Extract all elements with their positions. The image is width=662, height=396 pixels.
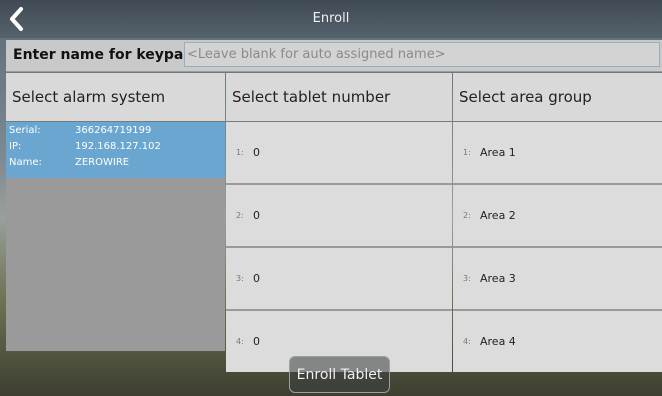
tablet-number-heading: Select tablet number <box>226 73 452 122</box>
area-label: Area 4 <box>480 335 516 348</box>
tablet-index: 4: <box>236 337 244 346</box>
area-label: Area 3 <box>480 272 516 285</box>
serial-label: Serial: <box>9 125 41 136</box>
tablet-value: 0 <box>253 272 260 285</box>
tablet-item[interactable]: 1: 0 <box>226 122 452 183</box>
area-item[interactable]: 3: Area 3 <box>453 248 662 309</box>
area-item[interactable]: 4: Area 4 <box>453 311 662 372</box>
name-value: ZEROWIRE <box>75 157 130 168</box>
keypad-name-row: Enter name for keypad: <box>6 40 662 72</box>
tablet-index: 1: <box>236 148 244 157</box>
name-label: Name: <box>9 157 42 168</box>
tablet-value: 0 <box>253 209 260 222</box>
ip-label: IP: <box>9 141 22 152</box>
tablet-item[interactable]: 2: 0 <box>226 185 452 246</box>
area-label: Area 2 <box>480 209 516 222</box>
area-item[interactable]: 1: Area 1 <box>453 122 662 183</box>
area-index: 3: <box>463 274 471 283</box>
title-bar: Enroll <box>0 0 662 38</box>
tablet-index: 3: <box>236 274 244 283</box>
area-group-heading: Select area group <box>453 73 662 122</box>
area-index: 1: <box>463 148 471 157</box>
area-group-column: Select area group 1: Area 1 2: Area 2 3:… <box>453 73 662 372</box>
keypad-name-input[interactable] <box>184 42 660 67</box>
alarm-system-item[interactable]: Serial: 366264719199 IP: 192.168.127.102… <box>6 122 225 178</box>
area-item[interactable]: 2: Area 2 <box>453 185 662 246</box>
tablet-value: 0 <box>253 335 260 348</box>
tablet-number-column: Select tablet number 1: 0 2: 0 3: 0 4: 0 <box>226 73 452 372</box>
area-index: 4: <box>463 337 471 346</box>
tablet-value: 0 <box>253 146 260 159</box>
page-title: Enroll <box>312 11 350 26</box>
serial-value: 366264719199 <box>75 125 152 136</box>
ip-value: 192.168.127.102 <box>75 141 161 152</box>
area-index: 2: <box>463 211 471 220</box>
enroll-tablet-button[interactable]: Enroll Tablet <box>289 356 390 393</box>
tablet-item[interactable]: 3: 0 <box>226 248 452 309</box>
alarm-system-heading: Select alarm system <box>6 73 225 122</box>
alarm-system-column: Select alarm system Serial: 366264719199… <box>6 73 225 351</box>
tablet-index: 2: <box>236 211 244 220</box>
area-label: Area 1 <box>480 146 516 159</box>
keypad-name-label: Enter name for keypad: <box>13 47 199 63</box>
